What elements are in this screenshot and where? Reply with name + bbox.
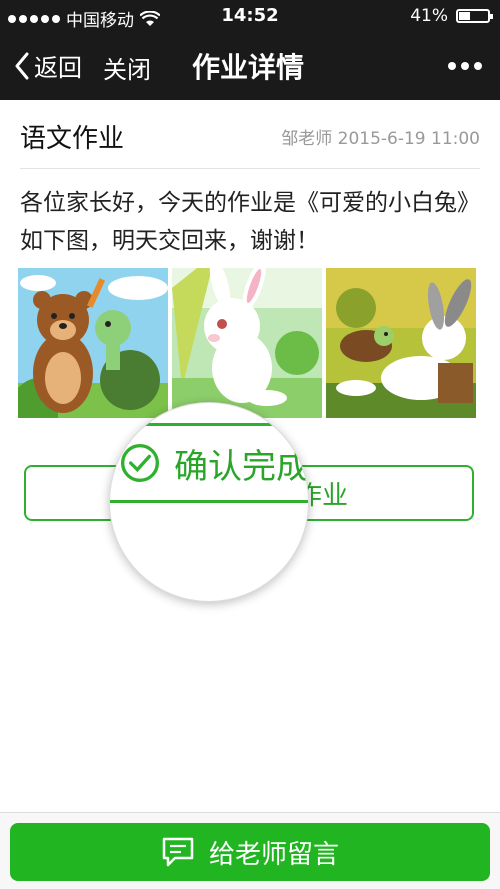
battery-percent: 41% <box>410 6 448 26</box>
homework-subject: 语文作业 <box>20 124 125 154</box>
more-options-button[interactable] <box>448 62 482 70</box>
homework-header: 语文作业 邹老师 2015-6-19 11:00 <box>20 118 480 158</box>
homework-message: 各位家长好，今天的作业是《可爱的小白兔》如下图，明天交回来，谢谢！ <box>20 190 480 254</box>
homework-images <box>18 268 478 418</box>
status-bar: 中国移动 14:52 41% <box>0 0 500 32</box>
message-teacher-label: 给老师留言 <box>208 839 339 870</box>
chat-bubble-icon <box>162 837 194 867</box>
battery-icon <box>456 9 493 23</box>
bear-and-turtle-image[interactable] <box>18 268 168 418</box>
divider <box>20 168 480 169</box>
close-button[interactable]: 关闭 <box>103 50 151 85</box>
bottom-bar: 给老师留言 <box>0 812 500 889</box>
magnified-confirm-label: 确认完成作业 <box>174 446 309 487</box>
back-label: 返回 <box>34 54 82 82</box>
magnifier-loupe: 确认完成作业 <box>109 402 309 602</box>
back-button[interactable]: 返回 <box>14 48 82 83</box>
homework-meta: 邹老师 2015-6-19 11:00 <box>281 129 480 149</box>
check-circle-icon <box>121 444 159 482</box>
more-dots-icon <box>448 62 456 70</box>
chevron-left-icon <box>15 52 29 79</box>
magnified-confirm-button: 确认完成作业 <box>110 423 309 503</box>
status-right: 41% <box>410 6 493 26</box>
turtle-and-rabbit-image[interactable] <box>326 268 476 418</box>
message-teacher-button[interactable]: 给老师留言 <box>10 823 490 881</box>
page-title: 作业详情 <box>192 51 305 84</box>
white-rabbit-image[interactable] <box>172 268 322 418</box>
nav-bar: 返回 关闭 作业详情 <box>0 32 500 100</box>
